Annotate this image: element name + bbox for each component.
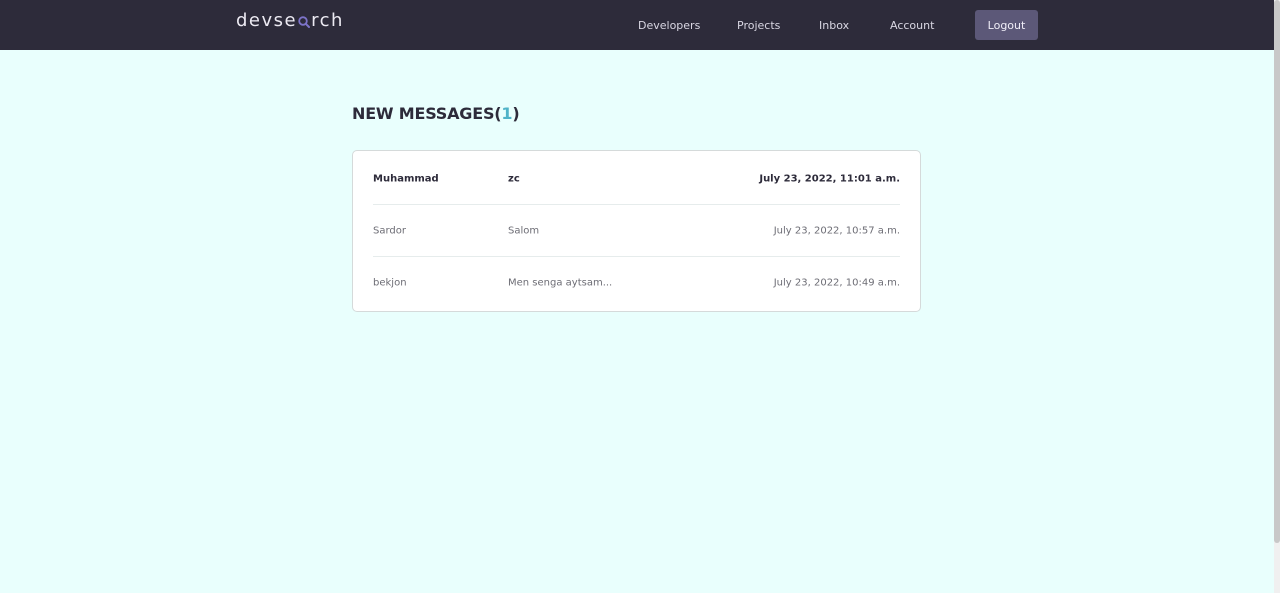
nav-account[interactable]: Account bbox=[890, 19, 950, 32]
logo-link[interactable]: devse rch bbox=[236, 10, 344, 31]
logo-text-suffix: rch bbox=[311, 10, 344, 31]
page: devse rch Developers Projects Inbox Accou… bbox=[0, 0, 1280, 593]
title-close-paren: ) bbox=[512, 104, 520, 123]
message-row[interactable]: Muhammad zc July 23, 2022, 11:01 a.m. bbox=[373, 154, 900, 205]
message-row[interactable]: Sardor Salom July 23, 2022, 10:57 a.m. bbox=[373, 206, 900, 257]
nav-projects[interactable]: Projects bbox=[737, 19, 787, 32]
message-date: July 23, 2022, 10:49 a.m. bbox=[773, 277, 900, 288]
page-title: NEW MESSAGES(1) bbox=[352, 104, 520, 123]
top-navbar: devse rch Developers Projects Inbox Accou… bbox=[0, 0, 1274, 50]
scrollbar-thumb[interactable] bbox=[1274, 0, 1280, 543]
message-date: July 23, 2022, 10:57 a.m. bbox=[773, 225, 900, 237]
message-sender: bekjon bbox=[373, 277, 407, 288]
nav-inbox[interactable]: Inbox bbox=[819, 19, 859, 32]
magnifier-icon bbox=[298, 15, 311, 28]
message-subject: Salom bbox=[508, 225, 540, 237]
unread-count: 1 bbox=[501, 104, 513, 123]
logo-text-prefix: devse bbox=[236, 10, 298, 31]
message-date: July 23, 2022, 11:01 a.m. bbox=[759, 173, 900, 185]
vertical-scrollbar[interactable] bbox=[1274, 0, 1280, 593]
page-title-text: NEW MESSAGES bbox=[352, 104, 495, 123]
message-subject: zc bbox=[508, 173, 520, 185]
message-row[interactable]: bekjon Men senga aytsam... July 23, 2022… bbox=[373, 257, 900, 308]
nav-developers[interactable]: Developers bbox=[638, 19, 708, 32]
message-sender: Muhammad bbox=[373, 173, 439, 185]
message-sender: Sardor bbox=[373, 225, 406, 237]
message-subject: Men senga aytsam... bbox=[508, 277, 613, 288]
inbox-messages-card: Muhammad zc July 23, 2022, 11:01 a.m. Sa… bbox=[352, 150, 921, 312]
logout-button[interactable]: Logout bbox=[975, 10, 1038, 40]
